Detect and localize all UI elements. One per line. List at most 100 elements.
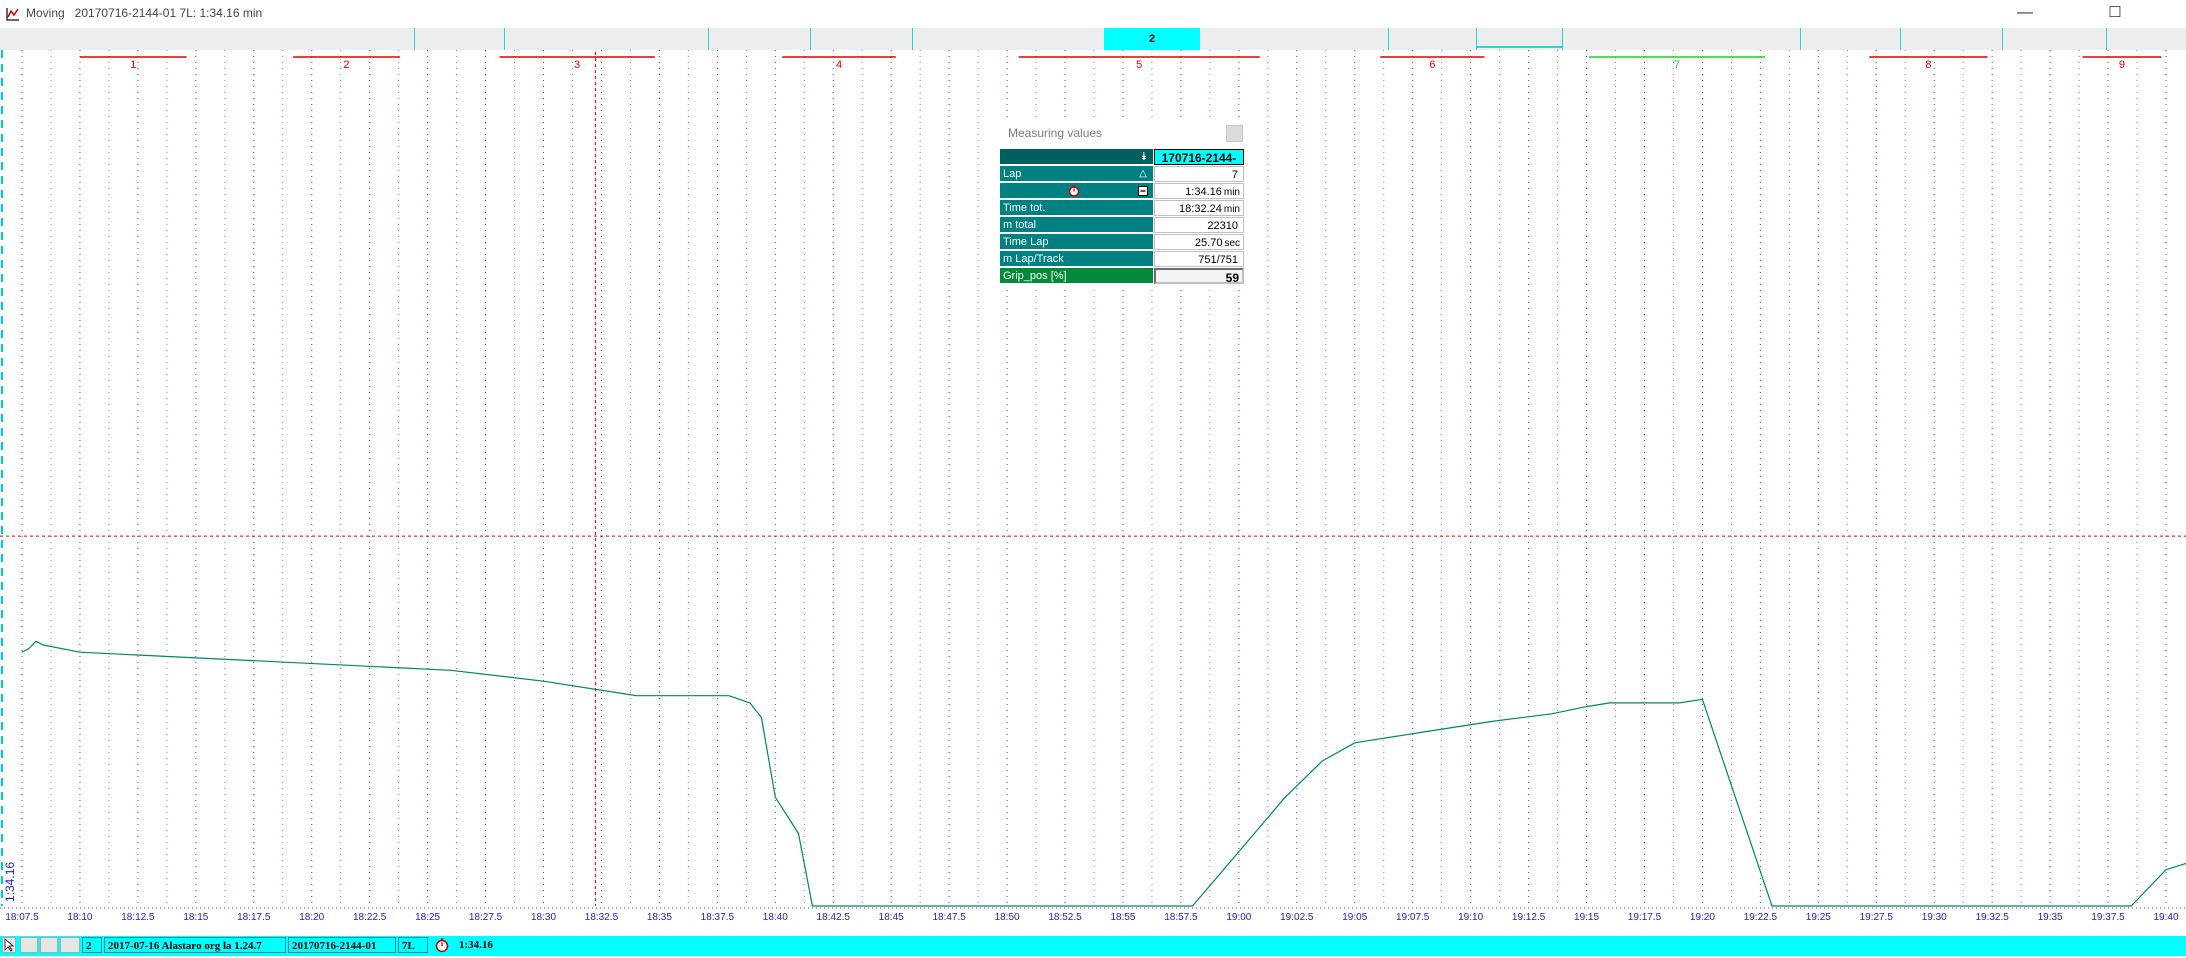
lap-marker-label: 8 [1925, 59, 1931, 71]
x-tick-label: 18:27.5 [469, 912, 503, 920]
sector-separator [1800, 28, 1801, 50]
header-cell: ⯯ [1000, 149, 1153, 165]
marker-time-label: 1:34.16 [3, 862, 17, 902]
sector-separator [1388, 28, 1389, 50]
stopwatch-icon [1068, 185, 1080, 197]
lap-marker-label: 5 [1136, 59, 1142, 71]
x-tick-label: 18:10 [67, 912, 92, 920]
x-tick-label: 18:57.5 [1164, 912, 1198, 920]
x-tick-label: 19:12.5 [1512, 912, 1546, 920]
chart-app-icon [6, 8, 19, 21]
table-row: Time tot. 18:32.24 min [1000, 200, 1244, 217]
row-value: 59 [1154, 268, 1244, 285]
table-header-row: ⯯ 170716-2144-01 [1000, 149, 1244, 181]
table-row: Time Lap 25.70 sec [1000, 234, 1244, 251]
x-tick-label: 19:25 [1806, 912, 1831, 920]
status-lap-time: 1:34.16 [459, 939, 493, 951]
collapse-icon[interactable] [1137, 185, 1149, 197]
window-titlebar: Moving 20170716-2144-01 7L: 1:34.16 min … [0, 0, 2186, 28]
status-lap-count: 2 [82, 937, 102, 953]
x-tick-label: 18:45 [879, 912, 904, 920]
x-tick-label: 18:42.5 [817, 912, 851, 920]
x-tick-label: 19:40 [2153, 912, 2178, 920]
x-tick-label: 18:37.5 [701, 912, 735, 920]
maximize-button[interactable]: ☐ [2092, 0, 2138, 28]
status-slot-button[interactable] [40, 937, 58, 953]
active-sector[interactable]: 2 [1104, 28, 1200, 50]
sector-separator [1562, 28, 1563, 50]
x-tick-label: 19:22.5 [1744, 912, 1778, 920]
x-tick-label: 18:40 [763, 912, 788, 920]
x-tick-label: 19:20 [1690, 912, 1715, 920]
panel-close-button[interactable] [1226, 125, 1243, 142]
x-tick-label: 19:00 [1226, 912, 1251, 920]
x-tick-label: 19:15 [1574, 912, 1599, 920]
row-label: Lap [1000, 166, 1153, 182]
x-tick-label: 19:37.5 [2091, 912, 2125, 920]
stopwatch-icon [435, 938, 449, 953]
row-value: 25.70 sec [1154, 234, 1244, 250]
x-tick-label: 18:55 [1110, 912, 1135, 920]
row-label: Time tot. [1000, 200, 1153, 216]
sector-separator [414, 28, 415, 50]
row-value: 22310 [1154, 217, 1244, 233]
table-row: 1:34.16 min [1000, 183, 1244, 200]
row-value: 18:32.24 min [1154, 200, 1244, 216]
table-row: m total 22310 [1000, 217, 1244, 234]
x-tick-label: 18:15 [183, 912, 208, 920]
table-row: Lap △ 7 [1000, 166, 1244, 183]
row-label: m total [1000, 217, 1153, 233]
lap-marker-label: 3 [574, 59, 580, 71]
row-label: Grip_pos [%] [1000, 268, 1153, 284]
status-slot-button[interactable] [20, 937, 38, 953]
sector-separator [912, 28, 913, 50]
x-tick-label: 18:52.5 [1048, 912, 1082, 920]
sector-underline [1476, 46, 1562, 48]
sector-separator [2002, 28, 2003, 50]
x-tick-label: 19:17.5 [1628, 912, 1662, 920]
status-bar: 2 2017-07-16 Alastaro org la 1.24.7 2017… [0, 936, 2186, 956]
x-tick-label: 18:35 [647, 912, 672, 920]
sector-separator [504, 28, 505, 50]
x-tick-label: 18:07.5 [5, 912, 39, 920]
sector-bar[interactable]: 2 [0, 28, 2186, 50]
row-value: 751/751 [1154, 251, 1244, 267]
x-tick-label: 19:27.5 [1860, 912, 1894, 920]
measuring-values-table: ⯯ 170716-2144-01 Lap △ 7 1:34.16min Time… [1000, 149, 1244, 285]
double-chevron-down-icon[interactable]: ⯯ [1138, 151, 1150, 163]
minimize-button[interactable]: — [2002, 0, 2048, 28]
lap-marker-label: 7 [1674, 59, 1680, 71]
x-tick-label: 19:32.5 [1975, 912, 2009, 920]
x-tick-label: 18:17.5 [237, 912, 271, 920]
measuring-values-title: Measuring values [1008, 126, 1103, 140]
x-tick-label: 19:02.5 [1280, 912, 1314, 920]
x-tick-label: 18:50 [995, 912, 1020, 920]
x-tick-label: 18:20 [299, 912, 324, 920]
x-tick-label: 18:12.5 [121, 912, 155, 920]
status-lap-label: 7L [398, 937, 428, 953]
triangle-up-icon[interactable]: △ [1137, 168, 1149, 180]
status-tool-button[interactable] [2, 937, 16, 953]
lap-marker-label: 6 [1429, 59, 1435, 71]
measuring-values-panel[interactable]: Measuring values ⯯ 170716-2144-01 Lap △ … [1000, 122, 1246, 288]
file-id: 170716-2144-01 [1154, 149, 1244, 181]
sector-separator [2106, 28, 2107, 50]
grip-pos-series-line [21, 640, 2186, 907]
row-label: m Lap/Track [1000, 251, 1153, 267]
sector-separator [1900, 28, 1901, 50]
table-row: Grip_pos [%] 59 [1000, 268, 1244, 285]
status-slot-button[interactable] [60, 937, 80, 953]
x-tick-label: 19:07.5 [1396, 912, 1430, 920]
lap-marker-label: 1 [130, 59, 136, 71]
x-tick-label: 19:10 [1458, 912, 1483, 920]
x-tick-label: 18:25 [415, 912, 440, 920]
x-tick-label: 19:05 [1342, 912, 1367, 920]
x-tick-label: 18:22.5 [353, 912, 387, 920]
window-title: Moving 20170716-2144-01 7L: 1:34.16 min [26, 6, 263, 20]
x-tick-label: 19:35 [2038, 912, 2063, 920]
x-tick-label: 19:30 [1922, 912, 1947, 920]
table-row: m Lap/Track 751/751 [1000, 251, 1244, 268]
row-label: Time Lap [1000, 234, 1153, 250]
lap-marker-label: 4 [836, 59, 842, 71]
row-value: 1:34.16 min [1154, 183, 1244, 199]
